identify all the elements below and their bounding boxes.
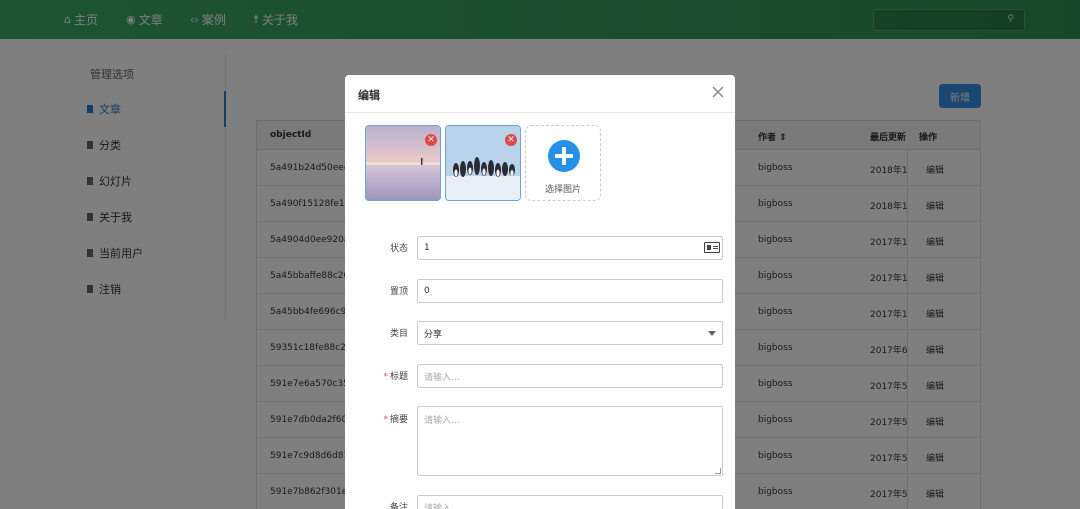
title-input[interactable]: 请输入... xyxy=(417,364,723,388)
caret-down-icon xyxy=(708,331,716,336)
top-value: 0 xyxy=(424,286,430,296)
resize-handle-icon[interactable] xyxy=(715,468,721,474)
remark-label: 备注 xyxy=(389,503,408,509)
select-image-label: 选择图片 xyxy=(544,185,581,195)
title-label-text: 标题 xyxy=(389,372,408,382)
top-field[interactable]: 0 xyxy=(417,279,723,303)
modal-header: 编辑 xyxy=(345,75,735,113)
image-thumbnail[interactable]: ✕ xyxy=(365,125,441,201)
summary-placeholder: 请输入... xyxy=(424,416,460,426)
category-select[interactable]: 分享 xyxy=(417,321,723,345)
image-thumbnail[interactable]: ✕ xyxy=(445,125,521,201)
status-value: 1 xyxy=(424,243,430,253)
required-mark: * xyxy=(383,372,388,382)
summary-textarea[interactable]: 请输入... xyxy=(417,406,723,476)
contact-card-icon[interactable] xyxy=(704,242,720,253)
summary-label: * 摘要 xyxy=(383,412,408,425)
select-image-button[interactable]: 选择图片 xyxy=(525,125,601,201)
remark-placeholder: 请输入... xyxy=(424,503,460,509)
title-placeholder: 请输入... xyxy=(424,372,460,383)
required-mark: * xyxy=(383,415,388,425)
category-label: 类目 xyxy=(389,329,408,339)
remove-image-icon[interactable]: ✕ xyxy=(425,134,437,146)
title-label: * 标题 xyxy=(383,369,408,382)
category-value: 分享 xyxy=(424,329,443,340)
remove-image-icon[interactable]: ✕ xyxy=(505,134,517,146)
status-label: 状态 xyxy=(389,244,408,254)
modal-title: 编辑 xyxy=(358,89,380,102)
plus-circle-icon xyxy=(548,140,580,172)
status-field[interactable]: 1 xyxy=(417,236,723,260)
remark-input[interactable]: 请输入... xyxy=(417,495,723,509)
top-label: 置顶 xyxy=(389,287,408,297)
edit-modal: 编辑 ✕ ✕ 选择图片 状态 1 置顶 0 类目 分享 * 标题 请输入... … xyxy=(345,75,735,509)
close-icon[interactable] xyxy=(711,85,725,99)
summary-label-text: 摘要 xyxy=(389,415,408,425)
